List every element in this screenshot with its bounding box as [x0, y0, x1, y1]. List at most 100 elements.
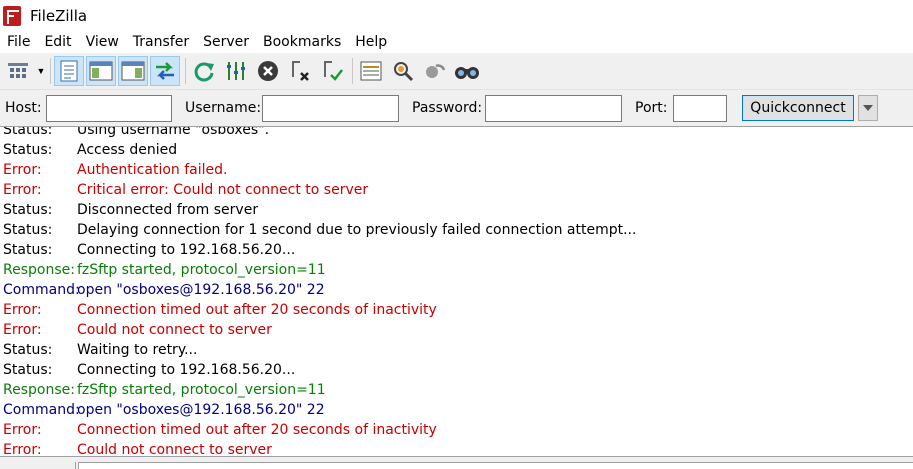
quickconnect-history-dropdown[interactable]: [858, 95, 878, 121]
log-entry: Command: open "osboxes@192.168.56.20" 22: [0, 400, 913, 420]
log-entry-message: Connecting to 192.168.56.20...: [77, 242, 296, 258]
site-manager-icon: [8, 63, 28, 78]
log-entry-message: Waiting to retry...: [77, 342, 198, 358]
log-entry-type: Status:: [3, 142, 53, 158]
log-entry-message: open "osboxes@192.168.56.20" 22: [77, 402, 325, 418]
quickconnect-bar: Host: Username: Password: Port: Quickcon…: [0, 89, 913, 126]
username-label: Username:: [185, 100, 262, 116]
sync-browsing-button[interactable]: [420, 56, 450, 86]
port-label: Port:: [635, 100, 668, 116]
menu-transfer[interactable]: Transfer: [126, 31, 196, 53]
log-entry-type: Status:: [3, 362, 53, 378]
log-entry: Status: Connecting to 192.168.56.20...: [0, 360, 913, 380]
directory-filter-button[interactable]: [356, 56, 386, 86]
log-entry-type: Error:: [3, 182, 42, 198]
toggle-remote-tree-button[interactable]: [118, 56, 148, 86]
process-queue-button[interactable]: [221, 56, 251, 86]
username-input[interactable]: [262, 95, 399, 122]
log-entry: Error: Could not connect to server: [0, 320, 913, 340]
log-entry: Status: Access denied: [0, 140, 913, 160]
log-entry: Status: Disconnected from server: [0, 200, 913, 220]
quickconnect-button[interactable]: Quickconnect: [742, 95, 854, 121]
process-queue-icon: [227, 62, 245, 80]
log-entry: Status: Connecting to 192.168.56.20...: [0, 240, 913, 260]
menu-help[interactable]: Help: [348, 31, 394, 53]
log-entry: Status: Delaying connection for 1 second …: [0, 220, 913, 240]
toolbar: ▼: [0, 53, 913, 89]
toggle-transfer-queue-icon: [156, 62, 174, 80]
bottom-panes: [0, 456, 913, 469]
log-entry-message: Delaying connection for 1 second due to …: [77, 222, 637, 238]
log-entry-message: Authentication failed.: [77, 162, 228, 178]
log-entry-type: Response:: [3, 262, 75, 278]
toolbar-separator: [185, 58, 186, 84]
disconnect-button[interactable]: [285, 56, 315, 86]
log-entry: Error: Critical error: Could not connect …: [0, 180, 913, 200]
toggle-local-tree-icon: [89, 61, 113, 81]
log-entry-type: Status:: [3, 126, 53, 138]
toggle-local-tree-button[interactable]: [86, 56, 116, 86]
password-input[interactable]: [485, 95, 622, 122]
log-entry-type: Error:: [3, 422, 42, 438]
host-label: Host:: [5, 100, 42, 116]
reconnect-icon: [324, 61, 343, 81]
toggle-sync-browsing-button[interactable]: [388, 56, 418, 86]
password-label: Password:: [412, 100, 483, 116]
menu-file[interactable]: File: [0, 31, 37, 53]
log-entry-type: Status:: [3, 202, 53, 218]
menu-view[interactable]: View: [79, 31, 126, 53]
log-entry: Error: Authentication failed.: [0, 160, 913, 180]
log-entry-message: open "osboxes@192.168.56.20" 22: [77, 282, 325, 298]
log-entry-type: Status:: [3, 342, 53, 358]
site-manager-dropdown-icon[interactable]: ▼: [35, 66, 47, 76]
toolbar-separator: [50, 58, 51, 84]
title-bar: FileZilla: [0, 0, 913, 31]
log-entry-message: fzSftp started, protocol_version=11: [77, 382, 326, 398]
log-entry-message: Connection timed out after 20 seconds of…: [77, 422, 437, 438]
refresh-button[interactable]: [189, 56, 219, 86]
log-entry: Status: Waiting to retry...: [0, 340, 913, 360]
log-entry-message: Could not connect to server: [77, 442, 272, 456]
menu-edit[interactable]: Edit: [37, 31, 78, 53]
menu-server[interactable]: Server: [196, 31, 256, 53]
log-entry-type: Response:: [3, 382, 75, 398]
log-entry: Status: Using username "osboxes".: [0, 126, 913, 140]
search-button[interactable]: [452, 56, 482, 86]
log-entry-type: Error:: [3, 322, 42, 338]
refresh-icon: [194, 62, 214, 82]
log-entry: Response: fzSftp started, protocol_versio…: [0, 260, 913, 280]
remote-site-pane-edge: [78, 462, 913, 469]
menu-bar: File Edit View Transfer Server Bookmarks…: [0, 31, 913, 53]
local-site-pane-edge: [0, 462, 76, 469]
message-log[interactable]: Status: Using username "osboxes". Status: A…: [0, 126, 913, 456]
log-entry: Error: Connection timed out after 20 seco…: [0, 300, 913, 320]
log-entry-type: Error:: [3, 442, 42, 456]
toggle-transfer-queue-button[interactable]: [150, 56, 180, 86]
log-entry-message: Connection timed out after 20 seconds of…: [77, 302, 437, 318]
log-entry-type: Command:: [3, 282, 80, 298]
log-entry-message: Access denied: [77, 142, 178, 158]
port-input[interactable]: [673, 95, 727, 122]
toggle-remote-tree-icon: [121, 61, 145, 81]
log-entry-type: Status:: [3, 222, 53, 238]
log-entry-message: Disconnected from server: [77, 202, 259, 218]
chevron-down-icon: [863, 105, 873, 111]
toggle-sync-browsing-icon: [394, 62, 414, 82]
cancel-icon: [258, 61, 278, 81]
log-entry-type: Command:: [3, 402, 80, 418]
directory-filter-icon: [360, 61, 382, 81]
menu-bookmarks[interactable]: Bookmarks: [256, 31, 348, 53]
reconnect-button[interactable]: [317, 56, 347, 86]
log-entry-message: Using username "osboxes".: [77, 126, 270, 138]
log-entry: Error: Could not connect to server: [0, 440, 913, 456]
host-input[interactable]: [46, 95, 172, 122]
cancel-button[interactable]: [253, 56, 283, 86]
search-icon: [455, 67, 479, 79]
toggle-message-log-button[interactable]: [54, 56, 84, 86]
window-title: FileZilla: [30, 6, 88, 25]
toggle-message-log-icon: [60, 60, 78, 82]
site-manager-button[interactable]: [3, 56, 33, 86]
log-entry-type: Error:: [3, 302, 42, 318]
disconnect-icon: [292, 61, 309, 81]
log-entry-message: fzSftp started, protocol_version=11: [77, 262, 326, 278]
